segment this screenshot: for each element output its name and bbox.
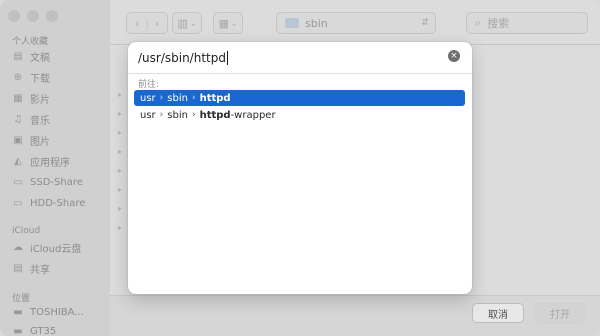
open-button[interactable]: 打开 xyxy=(534,303,586,323)
window-controls xyxy=(8,10,58,22)
suggestion-name-rest: -wrapper xyxy=(230,109,276,121)
file-list-edge-icons: ▸ ▸ ▸ ▸ ▸ ▸ ▸ ▸ xyxy=(118,90,126,242)
folder-icon xyxy=(285,18,299,28)
sidebar-item-label: 下载 xyxy=(30,73,50,85)
chevron-updown-icon: ⇵ xyxy=(421,18,429,28)
file-icon: ▸ xyxy=(118,223,123,232)
close-window-button[interactable] xyxy=(8,10,20,22)
chevron-down-icon: ⌄ xyxy=(189,18,197,28)
separator: | xyxy=(145,16,149,30)
download-icon: ⊕ xyxy=(13,71,23,83)
sidebar-item-label: 影片 xyxy=(30,94,50,106)
path-label: sbin xyxy=(305,16,328,30)
sidebar-item-label: 图片 xyxy=(30,136,50,148)
chevron-right-icon: › xyxy=(191,93,196,103)
goto-section-label: 前往: xyxy=(138,80,160,90)
pictures-icon: ▣ xyxy=(13,134,23,146)
file-icon: ▸ xyxy=(118,90,123,99)
sidebar-item-label: 文稿 xyxy=(30,52,50,64)
sidebar-item-hdd-share[interactable]: ▭ HDD-Share xyxy=(12,195,85,211)
sidebar-item-label: SSD-Share xyxy=(30,176,83,188)
zoom-window-button[interactable] xyxy=(46,10,58,22)
file-icon: ▸ xyxy=(118,147,123,156)
dialog-footer xyxy=(110,295,600,336)
divider xyxy=(128,73,472,74)
sidebar-item-label: 音乐 xyxy=(30,115,50,127)
search-icon: ⌕ xyxy=(475,16,482,29)
view-mode-button[interactable]: ▥ ⌄ xyxy=(172,12,202,34)
file-icon: ▸ xyxy=(118,109,123,118)
columns-view-icon: ▥ xyxy=(177,16,188,30)
applications-icon: ◭ xyxy=(14,155,22,167)
sidebar-section-locations: 位置 xyxy=(12,294,31,304)
movies-icon: ▦ xyxy=(13,92,23,104)
back-forward-buttons[interactable]: ‹ | › xyxy=(126,12,168,34)
minimize-window-button[interactable] xyxy=(27,10,39,22)
file-icon: ▸ xyxy=(118,204,123,213)
drive-icon: ▬ xyxy=(13,306,23,318)
sidebar-item-label: iCloud云盘 xyxy=(30,243,82,255)
sidebar-item-toshiba[interactable]: ▬ TOSHIBA... xyxy=(12,304,84,320)
group-button[interactable]: ▦ ⌄ xyxy=(213,12,243,34)
sidebar-item-pictures[interactable]: ▣ 图片 xyxy=(12,132,50,148)
file-icon: ▸ xyxy=(118,166,123,175)
suggestion-name: httpd xyxy=(199,92,231,104)
sidebar-section-favorites: 个人收藏 xyxy=(12,37,49,47)
folder-icon: ▭ xyxy=(13,197,23,209)
sidebar-item-label: TOSHIBA... xyxy=(30,306,84,318)
sidebar-item-label: HDD-Share xyxy=(30,197,86,209)
sidebar-item-downloads[interactable]: ⊕ 下载 xyxy=(12,69,50,85)
search-field[interactable]: ⌕ 搜索 xyxy=(466,12,588,34)
sidebar-item-music[interactable]: ♫ 音乐 xyxy=(12,111,50,127)
shared-icon: ▤ xyxy=(13,262,23,274)
goto-path-input[interactable]: /usr/sbin/httpd xyxy=(138,46,438,70)
sidebar-item-icloud-drive[interactable]: ☁ iCloud云盘 xyxy=(12,239,81,255)
search-placeholder: 搜索 xyxy=(487,17,510,30)
sidebar-item-gt35[interactable]: ▬ GT35 xyxy=(12,323,56,336)
sidebar: 个人收藏 ▤ 文稿 ⊕ 下载 ▦ 影片 ♫ 音乐 ▣ 图片 ◭ 应用程序 ▭ S… xyxy=(0,0,111,336)
sidebar-item-label: GT35 xyxy=(30,325,57,336)
file-icon: ▸ xyxy=(118,185,123,194)
path-popup[interactable]: sbin ⇵ xyxy=(276,12,436,34)
sidebar-item-shared[interactable]: ▤ 共享 xyxy=(12,260,50,276)
chevron-right-icon: › xyxy=(159,93,164,103)
sidebar-item-applications[interactable]: ◭ 应用程序 xyxy=(12,153,70,169)
sidebar-item-movies[interactable]: ▦ 影片 xyxy=(12,90,50,106)
suggestion-item[interactable]: usr › sbin › httpd xyxy=(134,90,465,106)
chevron-down-icon: ⌄ xyxy=(230,18,238,28)
file-icon: ▸ xyxy=(118,128,123,137)
go-to-folder-sheet: /usr/sbin/httpd × 前往: usr › sbin › httpd… xyxy=(128,42,472,294)
suggestion-part: usr xyxy=(140,92,156,104)
text-caret xyxy=(226,51,228,65)
suggestion-part: sbin xyxy=(167,92,188,104)
grid-icon: ▦ xyxy=(218,16,229,30)
suggestion-item[interactable]: usr › sbin › httpd -wrapper xyxy=(134,107,465,123)
music-icon: ♫ xyxy=(13,113,23,125)
document-icon: ▤ xyxy=(13,50,23,62)
chevron-right-icon[interactable]: › xyxy=(155,17,159,30)
goto-path-value: /usr/sbin/httpd xyxy=(138,51,226,65)
sidebar-item-label: 共享 xyxy=(30,264,50,276)
sidebar-section-icloud: iCloud xyxy=(12,226,41,236)
suggestion-name: httpd xyxy=(199,109,231,121)
sidebar-item-ssd-share[interactable]: ▭ SSD-Share xyxy=(12,174,83,190)
chevron-right-icon: › xyxy=(191,110,196,120)
chevron-right-icon: › xyxy=(159,110,164,120)
cloud-icon: ☁ xyxy=(13,241,23,253)
clear-icon[interactable]: × xyxy=(448,50,460,62)
file-dialog-window: 个人收藏 ▤ 文稿 ⊕ 下载 ▦ 影片 ♫ 音乐 ▣ 图片 ◭ 应用程序 ▭ S… xyxy=(0,0,600,336)
folder-icon: ▭ xyxy=(13,176,23,188)
drive-icon: ▬ xyxy=(13,325,23,336)
suggestion-part: usr xyxy=(140,109,156,121)
suggestion-part: sbin xyxy=(167,109,188,121)
chevron-left-icon[interactable]: ‹ xyxy=(135,17,139,30)
sidebar-item-label: 应用程序 xyxy=(30,157,70,169)
cancel-button[interactable]: 取消 xyxy=(472,303,524,323)
sidebar-item-documents[interactable]: ▤ 文稿 xyxy=(12,48,50,64)
